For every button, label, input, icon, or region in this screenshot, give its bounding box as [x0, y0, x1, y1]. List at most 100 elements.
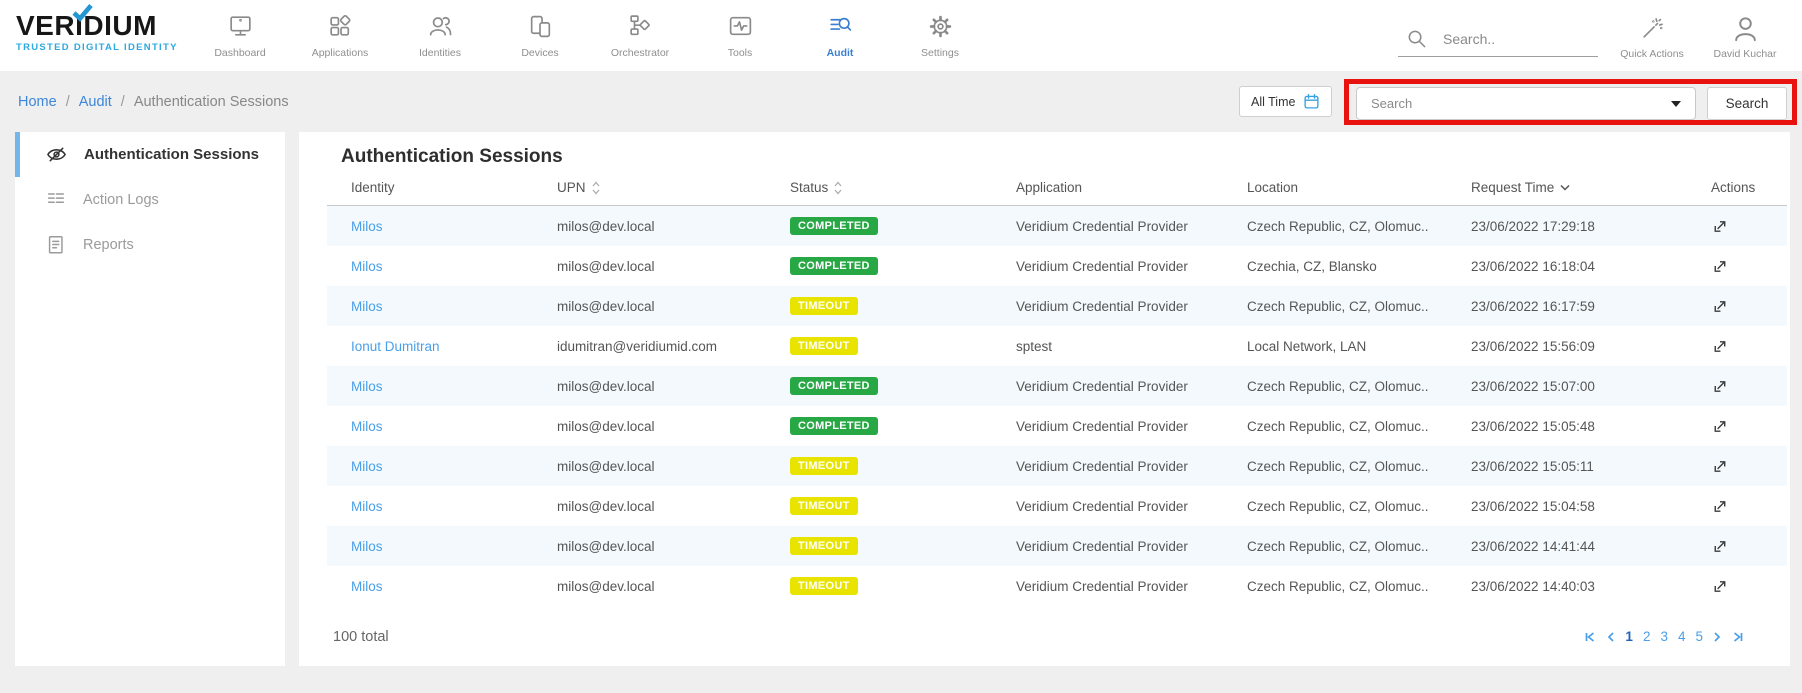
column-header-location: Location	[1247, 180, 1471, 195]
user-menu[interactable]: David Kuchar	[1703, 11, 1787, 60]
column-header-status[interactable]: Status	[790, 180, 1016, 195]
location-cell: Local Network, LAN	[1247, 339, 1471, 354]
open-session-button[interactable]	[1711, 298, 1788, 315]
page-number-4[interactable]: 4	[1678, 629, 1686, 644]
sidebar-item-label: Authentication Sessions	[84, 146, 259, 163]
page-number-2[interactable]: 2	[1643, 629, 1651, 644]
sort-both-icon	[834, 181, 842, 195]
page-number-1[interactable]: 1	[1625, 629, 1633, 644]
breadcrumb-link-audit[interactable]: Audit	[79, 94, 112, 110]
location-cell: Czech Republic, CZ, Olomuc..	[1247, 579, 1471, 594]
upn-cell: milos@dev.local	[557, 379, 790, 394]
upn-cell: milos@dev.local	[557, 499, 790, 514]
upn-cell: idumitran@veridiumid.com	[557, 339, 790, 354]
breadcrumb-separator: /	[121, 94, 125, 110]
table-row: Milos milos@dev.local COMPLETED Veridium…	[327, 206, 1787, 246]
application-cell: Veridium Credential Provider	[1016, 219, 1247, 234]
application-cell: Veridium Credential Provider	[1016, 499, 1247, 514]
open-session-icon	[1711, 378, 1728, 395]
nav-item-audit[interactable]: Audit	[790, 9, 890, 59]
open-session-button[interactable]	[1711, 498, 1788, 515]
sort-both-icon	[592, 181, 600, 195]
open-session-button[interactable]	[1711, 578, 1788, 595]
open-session-button[interactable]	[1711, 418, 1788, 435]
upn-cell: milos@dev.local	[557, 539, 790, 554]
open-session-button[interactable]	[1711, 338, 1788, 355]
next-page-icon[interactable]	[1713, 631, 1722, 643]
identity-link[interactable]: Milos	[351, 579, 557, 594]
upn-cell: milos@dev.local	[557, 579, 790, 594]
brand-name: VERIDIUM	[16, 12, 178, 40]
nav-item-label: Dashboard	[214, 47, 265, 59]
identity-link[interactable]: Milos	[351, 499, 557, 514]
application-cell: Veridium Credential Provider	[1016, 259, 1247, 274]
identity-link[interactable]: Milos	[351, 419, 557, 434]
search-button-label: Search	[1726, 96, 1769, 111]
sidebar-item-action-logs[interactable]: Action Logs	[15, 177, 285, 222]
prev-page-icon[interactable]	[1606, 631, 1615, 643]
nav-item-identities[interactable]: Identities	[390, 9, 490, 59]
request-time-cell: 23/06/2022 16:17:59	[1471, 299, 1711, 314]
upn-cell: milos@dev.local	[557, 459, 790, 474]
total-count-label: 100 total	[333, 629, 389, 645]
location-cell: Czech Republic, CZ, Olomuc..	[1247, 459, 1471, 474]
open-session-button[interactable]	[1711, 258, 1788, 275]
status-badge: TIMEOUT	[790, 497, 858, 515]
sidebar-item-authentication-sessions[interactable]: Authentication Sessions	[15, 132, 285, 177]
open-session-button[interactable]	[1711, 538, 1788, 555]
open-session-button[interactable]	[1711, 378, 1788, 395]
location-cell: Czech Republic, CZ, Olomuc..	[1247, 499, 1471, 514]
identity-link[interactable]: Milos	[351, 459, 557, 474]
quick-actions-button[interactable]: Quick Actions	[1610, 11, 1694, 60]
calendar-icon	[1303, 93, 1320, 110]
identity-link[interactable]: Milos	[351, 259, 557, 274]
sidebar-item-reports[interactable]: Reports	[15, 222, 285, 267]
last-page-icon[interactable]	[1732, 631, 1744, 643]
page-number-3[interactable]: 3	[1660, 629, 1668, 644]
request-time-cell: 23/06/2022 15:07:00	[1471, 379, 1711, 394]
sidebar-item-label: Action Logs	[83, 192, 159, 208]
veridium-logo[interactable]: VERIDIUM TRUSTED DIGITAL IDENTITY	[16, 12, 178, 53]
open-session-button[interactable]	[1711, 218, 1788, 235]
open-session-button[interactable]	[1711, 458, 1788, 475]
user-name: David Kuchar	[1713, 48, 1776, 60]
column-header-label: Location	[1247, 180, 1298, 195]
identity-link[interactable]: Ionut Dumitran	[351, 339, 557, 354]
time-range-button[interactable]: All Time	[1239, 86, 1332, 117]
open-session-icon	[1711, 538, 1728, 555]
nav-item-dashboard[interactable]: Dashboard	[190, 9, 290, 59]
first-page-icon[interactable]	[1584, 631, 1596, 643]
global-search-input[interactable]: Search..	[1398, 21, 1598, 57]
nav-item-label: Identities	[419, 47, 461, 59]
nav-item-settings[interactable]: Settings	[890, 9, 990, 59]
column-header-upn[interactable]: UPN	[557, 180, 790, 195]
tools-icon	[727, 9, 754, 43]
identity-link[interactable]: Milos	[351, 299, 557, 314]
nav-item-devices[interactable]: Devices	[490, 9, 590, 59]
column-header-request-time[interactable]: Request Time	[1471, 180, 1711, 195]
identity-link[interactable]: Milos	[351, 379, 557, 394]
nav-item-tools[interactable]: Tools	[690, 9, 790, 59]
application-cell: Veridium Credential Provider	[1016, 579, 1247, 594]
page-number-5[interactable]: 5	[1695, 629, 1703, 644]
column-header-label: Actions	[1711, 180, 1755, 195]
column-header-application: Application	[1016, 180, 1247, 195]
request-time-cell: 23/06/2022 15:05:11	[1471, 459, 1711, 474]
nav-item-orchestrator[interactable]: Orchestrator	[590, 9, 690, 59]
breadcrumb-link-home[interactable]: Home	[18, 94, 57, 110]
search-button[interactable]: Search	[1707, 87, 1787, 120]
reports-icon	[45, 234, 67, 256]
search-category-select[interactable]: Search	[1356, 87, 1696, 120]
request-time-cell: 23/06/2022 15:05:48	[1471, 419, 1711, 434]
check-icon	[72, 4, 93, 27]
search-select-value: Search	[1371, 96, 1412, 111]
table-header-row: IdentityUPNStatusApplicationLocationRequ…	[327, 170, 1787, 206]
nav-item-applications[interactable]: Applications	[290, 9, 390, 59]
nav-item-label: Settings	[921, 47, 959, 59]
open-session-icon	[1711, 418, 1728, 435]
identity-link[interactable]: Milos	[351, 539, 557, 554]
veridium-admin-screen: VERIDIUM TRUSTED DIGITAL IDENTITY Dashbo…	[0, 0, 1802, 693]
upn-cell: milos@dev.local	[557, 419, 790, 434]
identity-link[interactable]: Milos	[351, 219, 557, 234]
status-badge: COMPLETED	[790, 417, 878, 435]
